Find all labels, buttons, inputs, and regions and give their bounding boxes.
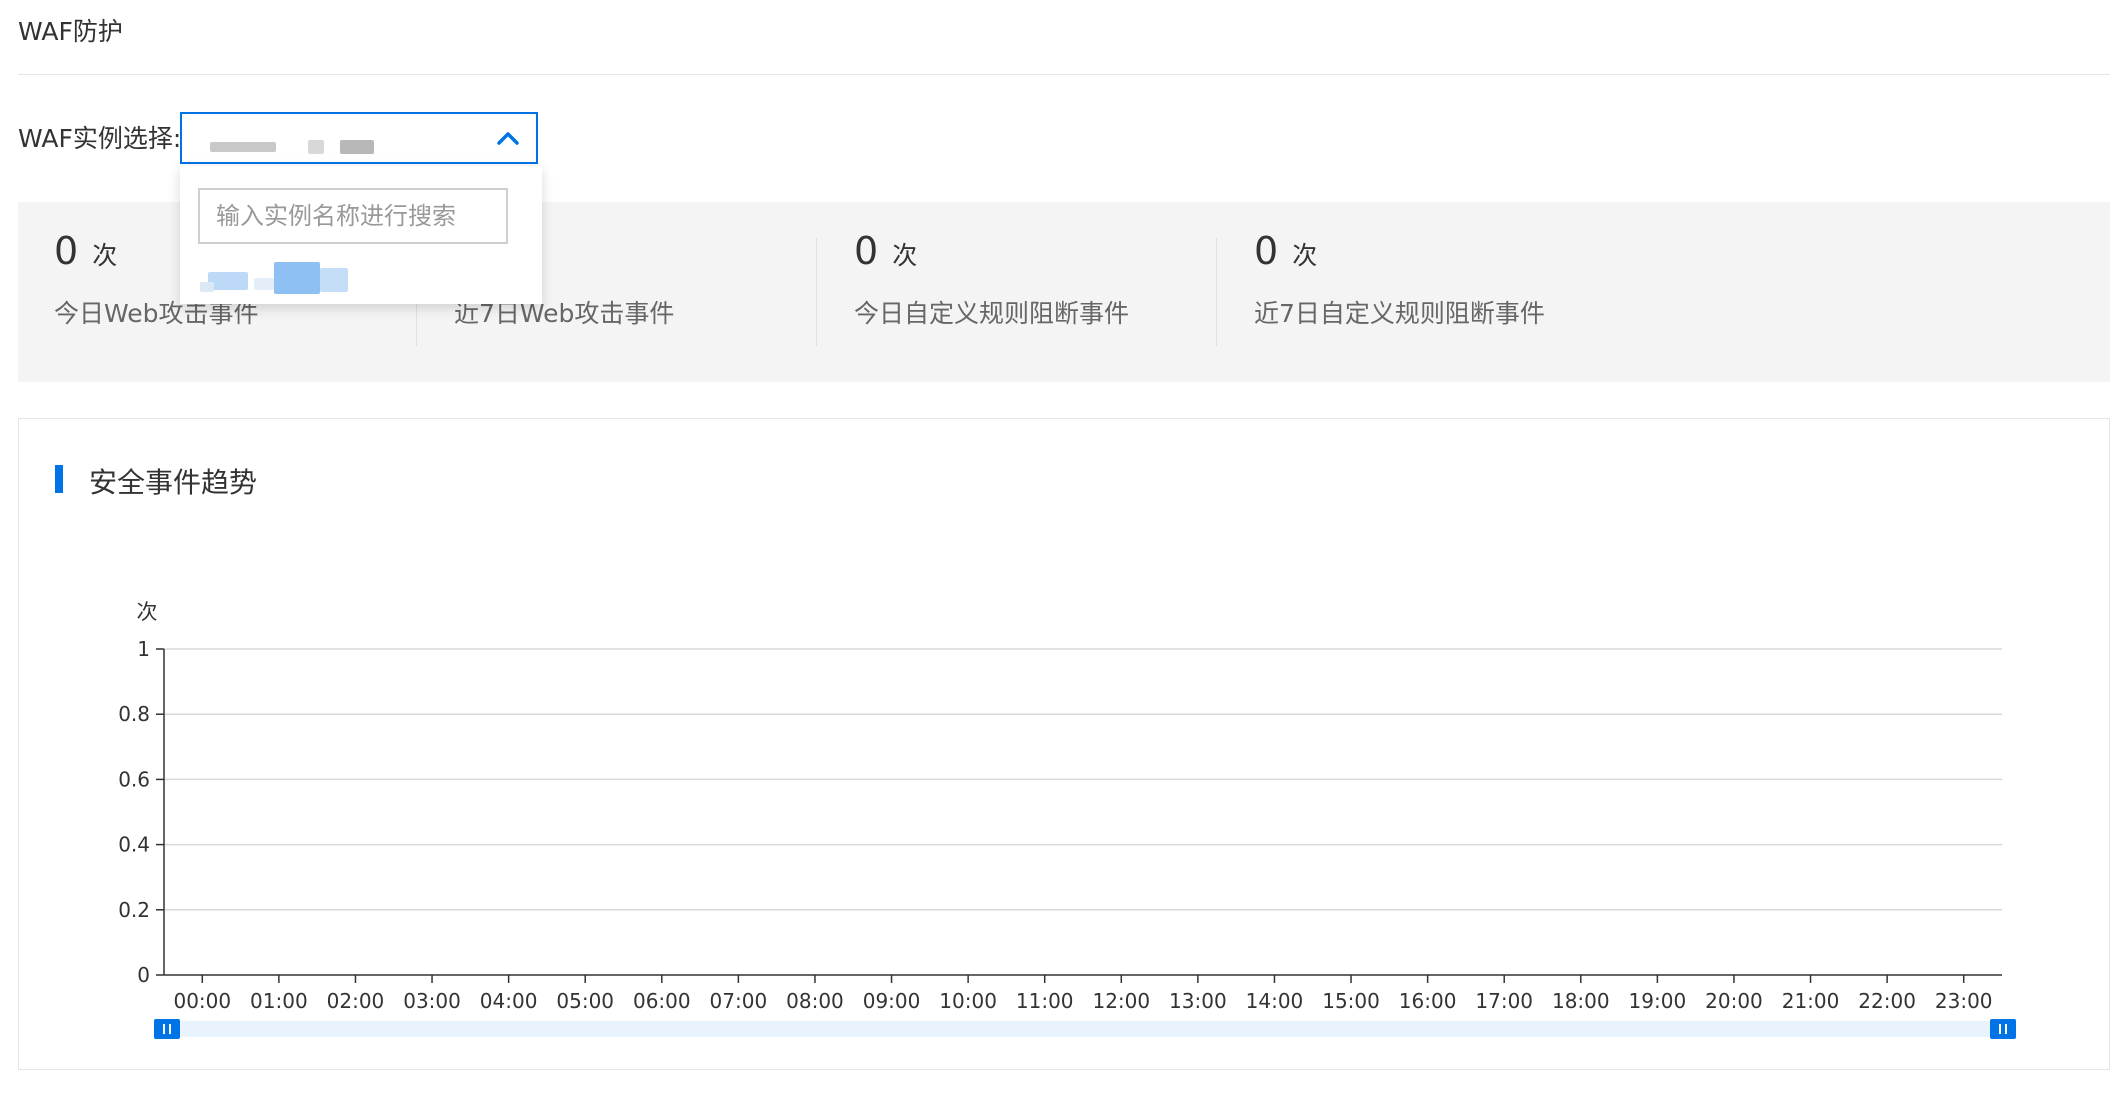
x-tick-label: 03:00 — [403, 989, 461, 1013]
stat-card: 0次 今日自定义规则阻断事件 — [818, 202, 1216, 382]
x-tick-label: 22:00 — [1858, 989, 1916, 1013]
x-tick-label: 02:00 — [327, 989, 385, 1013]
stat-divider — [816, 238, 817, 346]
x-tick-label: 04:00 — [480, 989, 538, 1013]
stat-value: 0 — [854, 229, 879, 273]
x-tick-label: 18:00 — [1552, 989, 1610, 1013]
x-tick-label: 16:00 — [1399, 989, 1457, 1013]
y-tick-label: 0.4 — [118, 833, 150, 857]
x-tick-label: 06:00 — [633, 989, 691, 1013]
x-tick-label: 05:00 — [556, 989, 614, 1013]
y-tick-label: 1 — [137, 637, 150, 661]
y-tick-label: 0 — [137, 963, 150, 987]
masked-option-name-4 — [320, 268, 348, 292]
x-tick-label: 11:00 — [1016, 989, 1074, 1013]
stat-card: 0次 近7日自定义规则阻断事件 — [1218, 202, 1616, 382]
chevron-up-icon[interactable] — [496, 128, 520, 148]
instance-label: WAF实例选择: — [18, 124, 182, 153]
masked-option-name-5 — [254, 278, 274, 290]
instance-select[interactable] — [180, 112, 538, 164]
x-tick-label: 12:00 — [1092, 989, 1150, 1013]
stat-divider — [1216, 238, 1217, 346]
masked-option-name-3 — [274, 262, 320, 294]
title-divider — [18, 74, 2110, 75]
stat-unit: 次 — [1292, 241, 1318, 270]
stat-label: 今日自定义规则阻断事件 — [854, 299, 1130, 328]
x-tick-label: 13:00 — [1169, 989, 1227, 1013]
x-tick-label: 09:00 — [863, 989, 921, 1013]
masked-instance-name — [210, 142, 276, 152]
y-tick-label: 0.8 — [118, 702, 150, 726]
zoom-slider-handle-right[interactable] — [1990, 1019, 2016, 1039]
x-tick-label: 08:00 — [786, 989, 844, 1013]
stat-unit: 次 — [92, 241, 118, 270]
zoom-slider-handle-left[interactable] — [154, 1019, 180, 1039]
zoom-slider-track — [154, 1021, 2016, 1037]
x-tick-label: 00:00 — [173, 989, 231, 1013]
instance-search-input[interactable] — [198, 188, 508, 244]
stat-value: 0 — [1254, 229, 1279, 273]
x-tick-label: 21:00 — [1782, 989, 1840, 1013]
instance-option[interactable] — [194, 262, 524, 296]
page-title: WAF防护 — [18, 17, 123, 46]
stat-unit: 次 — [892, 241, 918, 270]
x-tick-label: 10:00 — [939, 989, 997, 1013]
masked-option-name — [208, 272, 248, 290]
instance-dropdown — [180, 166, 542, 304]
x-tick-label: 07:00 — [710, 989, 768, 1013]
stat-label: 近7日自定义规则阻断事件 — [1254, 299, 1545, 328]
trend-chart: 次 0 0.2 0.4 0.6 0.8 1 00:00 01:00 02:00 03:00 04:00… — [118, 600, 2016, 1039]
masked-instance-name-3 — [340, 140, 374, 154]
y-tick-label: 0.2 — [118, 898, 150, 922]
x-tick-label: 23:00 — [1935, 989, 1993, 1013]
trend-panel: 安全事件趋势 次 0 0.2 0.4 0.6 0.8 1 00:00 01:00 02:00 03:… — [18, 418, 2110, 1070]
y-tick-label: 0.6 — [118, 767, 150, 791]
masked-option-name-2 — [200, 282, 214, 292]
masked-instance-name-2 — [308, 140, 324, 154]
y-axis-label: 次 — [137, 600, 158, 624]
x-tick-label: 14:00 — [1246, 989, 1304, 1013]
x-tick-label: 17:00 — [1475, 989, 1533, 1013]
stat-value: 0 — [54, 229, 79, 273]
x-tick-label: 20:00 — [1705, 989, 1763, 1013]
x-tick-label: 19:00 — [1629, 989, 1687, 1013]
x-tick-label: 15:00 — [1322, 989, 1380, 1013]
x-tick-label: 01:00 — [250, 989, 308, 1013]
